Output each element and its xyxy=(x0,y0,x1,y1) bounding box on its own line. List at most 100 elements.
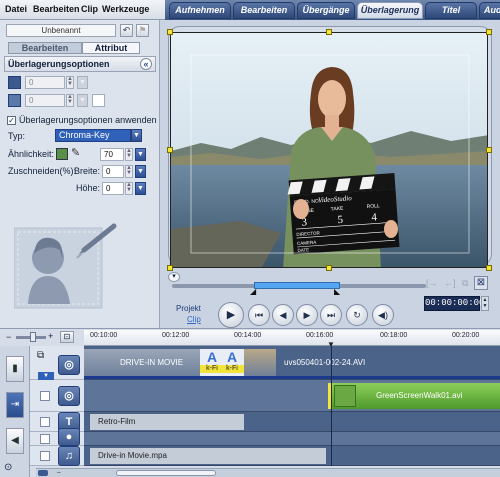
motion-in-dropdown[interactable]: ▼ xyxy=(77,76,88,89)
video-track[interactable]: DRIVE-IN MOVIE A k-Fi A k-Fi uvs050401-0… xyxy=(84,346,500,380)
height-spinner[interactable]: ▲ ▼ xyxy=(125,182,133,195)
prev-frame-button[interactable]: ◀ xyxy=(272,304,294,326)
menu-werkzeuge[interactable]: Werkzeuge xyxy=(102,4,149,14)
resize-handle-bl[interactable] xyxy=(167,265,173,271)
video-clip-uvs[interactable]: uvs050401-002-24.AVI xyxy=(276,349,500,377)
preview-video[interactable]: PROD. NO. VideoStudio SCENE TAKE ROLL 3 … xyxy=(170,32,488,268)
tab-ueberlagerung[interactable]: Überlagerung xyxy=(357,2,423,19)
resize-handle-tr[interactable] xyxy=(486,29,492,35)
menu-bearbeiten[interactable]: Bearbeiten xyxy=(33,4,80,14)
resize-handle-tc[interactable] xyxy=(326,29,332,35)
track-manager-icon[interactable]: ⧉ xyxy=(37,350,53,364)
overlay-track-toggle[interactable] xyxy=(40,391,50,401)
mark-out-icon[interactable]: ←] xyxy=(444,278,456,288)
tab-titel[interactable]: Titel xyxy=(425,2,477,19)
timeline-view-icon[interactable]: ⇥ xyxy=(6,392,24,418)
motion-out-dropdown[interactable]: ▼ xyxy=(77,94,88,107)
resize-handle-br[interactable] xyxy=(486,265,492,271)
scroll-left-icon[interactable] xyxy=(38,470,48,476)
resize-handle-bc[interactable] xyxy=(326,265,332,271)
music-track-icon[interactable]: ♫ xyxy=(58,446,80,466)
music-clip[interactable]: Drive-in Movie.mpa xyxy=(90,448,326,464)
type-select[interactable]: Chroma-Key xyxy=(55,129,131,142)
tab-bearbeiten[interactable]: Bearbeiten xyxy=(233,2,295,19)
similarity-spinner[interactable]: ▲ ▼ xyxy=(125,148,133,161)
height-field[interactable]: 0 xyxy=(102,182,124,195)
title-track-toggle[interactable] xyxy=(40,417,50,427)
end-button[interactable]: ⏭ xyxy=(320,304,342,326)
menu-datei[interactable]: Datei xyxy=(5,4,27,14)
eyedropper-icon[interactable]: ✎ xyxy=(71,146,80,159)
collapse-icon[interactable]: « xyxy=(140,58,152,70)
resize-handle-tl[interactable] xyxy=(167,29,173,35)
video-clip-drive-in[interactable]: DRIVE-IN MOVIE xyxy=(84,349,200,377)
overlay-clip[interactable]: GreenScreenWalk01.avi xyxy=(328,383,500,409)
storyboard-view-icon[interactable]: ▮ xyxy=(6,356,24,382)
volume-button[interactable]: ◀) xyxy=(372,304,394,326)
title-track[interactable]: Retro-Film xyxy=(84,412,500,432)
trim-range[interactable] xyxy=(254,282,340,289)
motion-in-field[interactable]: 0 xyxy=(25,76,65,89)
transition-2[interactable]: A k-Fi xyxy=(220,349,244,377)
timeline-ruler[interactable]: 00:10:00 00:12:00 00:14:00 00:16:00 00:1… xyxy=(84,330,500,346)
tab-uebergaenge[interactable]: Übergänge xyxy=(297,2,355,19)
motion-out-field[interactable]: 0 xyxy=(25,94,65,107)
motion-out-spinner[interactable]: ▲ ▼ xyxy=(66,94,74,107)
undo-icon[interactable]: ↶ xyxy=(120,24,133,37)
clip-name-field[interactable]: Unbenannt xyxy=(6,24,116,37)
video-clip-thumb[interactable] xyxy=(244,349,276,377)
subtab-bearbeiten[interactable]: Bearbeiten xyxy=(8,42,82,54)
play-button[interactable]: ▶ xyxy=(218,302,244,328)
scroll-thumb[interactable] xyxy=(116,470,216,476)
track-expand-icon[interactable]: ▼ xyxy=(38,372,54,380)
zoom-thumb[interactable] xyxy=(30,332,36,342)
expand-icon[interactable]: ⊠ xyxy=(474,276,488,290)
clip-mode-label[interactable]: Clip xyxy=(187,315,201,324)
resize-handle-ml[interactable] xyxy=(167,147,173,153)
tab-audio[interactable]: Audi xyxy=(479,2,500,19)
width-spinner[interactable]: ▲ ▼ xyxy=(125,165,133,178)
timeline-scrollbar[interactable]: ⇔ xyxy=(36,468,500,477)
voice-track[interactable] xyxy=(84,432,500,446)
key-color-swatch[interactable] xyxy=(56,148,68,160)
video-track-icon[interactable]: ◎ xyxy=(58,355,80,375)
next-frame-button[interactable]: ▶ xyxy=(296,304,318,326)
music-track-toggle[interactable] xyxy=(40,451,50,461)
similarity-dropdown-icon[interactable]: ▼ xyxy=(135,148,146,161)
zoom-out-icon[interactable]: − xyxy=(6,332,11,342)
timecode-display[interactable]: 00:00:00:00 xyxy=(424,296,484,311)
mark-in-icon[interactable]: [→ xyxy=(426,278,438,288)
home-button[interactable]: ⏮ xyxy=(248,304,270,326)
zoom-in-icon[interactable]: + xyxy=(48,331,53,341)
resize-handle-mr[interactable] xyxy=(486,147,492,153)
split-icon[interactable]: ⧉ xyxy=(462,278,468,289)
title-clip[interactable]: Retro-Film xyxy=(90,414,244,430)
tab-aufnehmen[interactable]: Aufnehmen xyxy=(169,2,231,19)
voice-track-toggle[interactable] xyxy=(40,434,50,444)
motion-in-spinner[interactable]: ▲ ▼ xyxy=(66,76,74,89)
scrub-start-icon[interactable]: ▾ xyxy=(168,272,180,282)
timecode-spinner[interactable]: ▲ ▼ xyxy=(481,296,489,311)
trim-end-marker[interactable]: ◣ xyxy=(334,287,340,296)
flag-icon[interactable]: ⚑ xyxy=(136,24,149,37)
similarity-field[interactable]: 70 xyxy=(100,148,124,161)
apply-overlay-checkbox[interactable]: ✓ xyxy=(7,116,16,125)
music-track[interactable]: Drive-in Movie.mpa xyxy=(84,446,500,466)
type-dropdown-icon[interactable]: ▼ xyxy=(131,129,142,142)
motion-out-icon[interactable] xyxy=(8,94,21,107)
width-field[interactable]: 0 xyxy=(102,165,124,178)
scroll-arrows-icon[interactable]: ⇔ xyxy=(56,470,64,476)
menu-clip[interactable]: Clip xyxy=(81,4,98,14)
width-dropdown-icon[interactable]: ▼ xyxy=(135,165,146,178)
audio-view-icon[interactable]: ◀ xyxy=(6,428,24,454)
voice-track-icon[interactable]: ● xyxy=(58,428,80,446)
motion-in-icon[interactable] xyxy=(8,76,21,89)
height-dropdown-icon[interactable]: ▼ xyxy=(135,182,146,195)
subtab-attribut[interactable]: Attribut xyxy=(82,42,140,54)
overlay-track-icon[interactable]: ◎ xyxy=(58,386,80,406)
fit-project-icon[interactable]: ⊡ xyxy=(60,331,74,343)
settings-icon[interactable]: ⊙ xyxy=(4,462,12,473)
project-mode-label[interactable]: Projekt xyxy=(176,304,201,313)
border-color-swatch[interactable] xyxy=(92,94,105,107)
trim-start-marker[interactable]: ◢ xyxy=(250,287,256,296)
